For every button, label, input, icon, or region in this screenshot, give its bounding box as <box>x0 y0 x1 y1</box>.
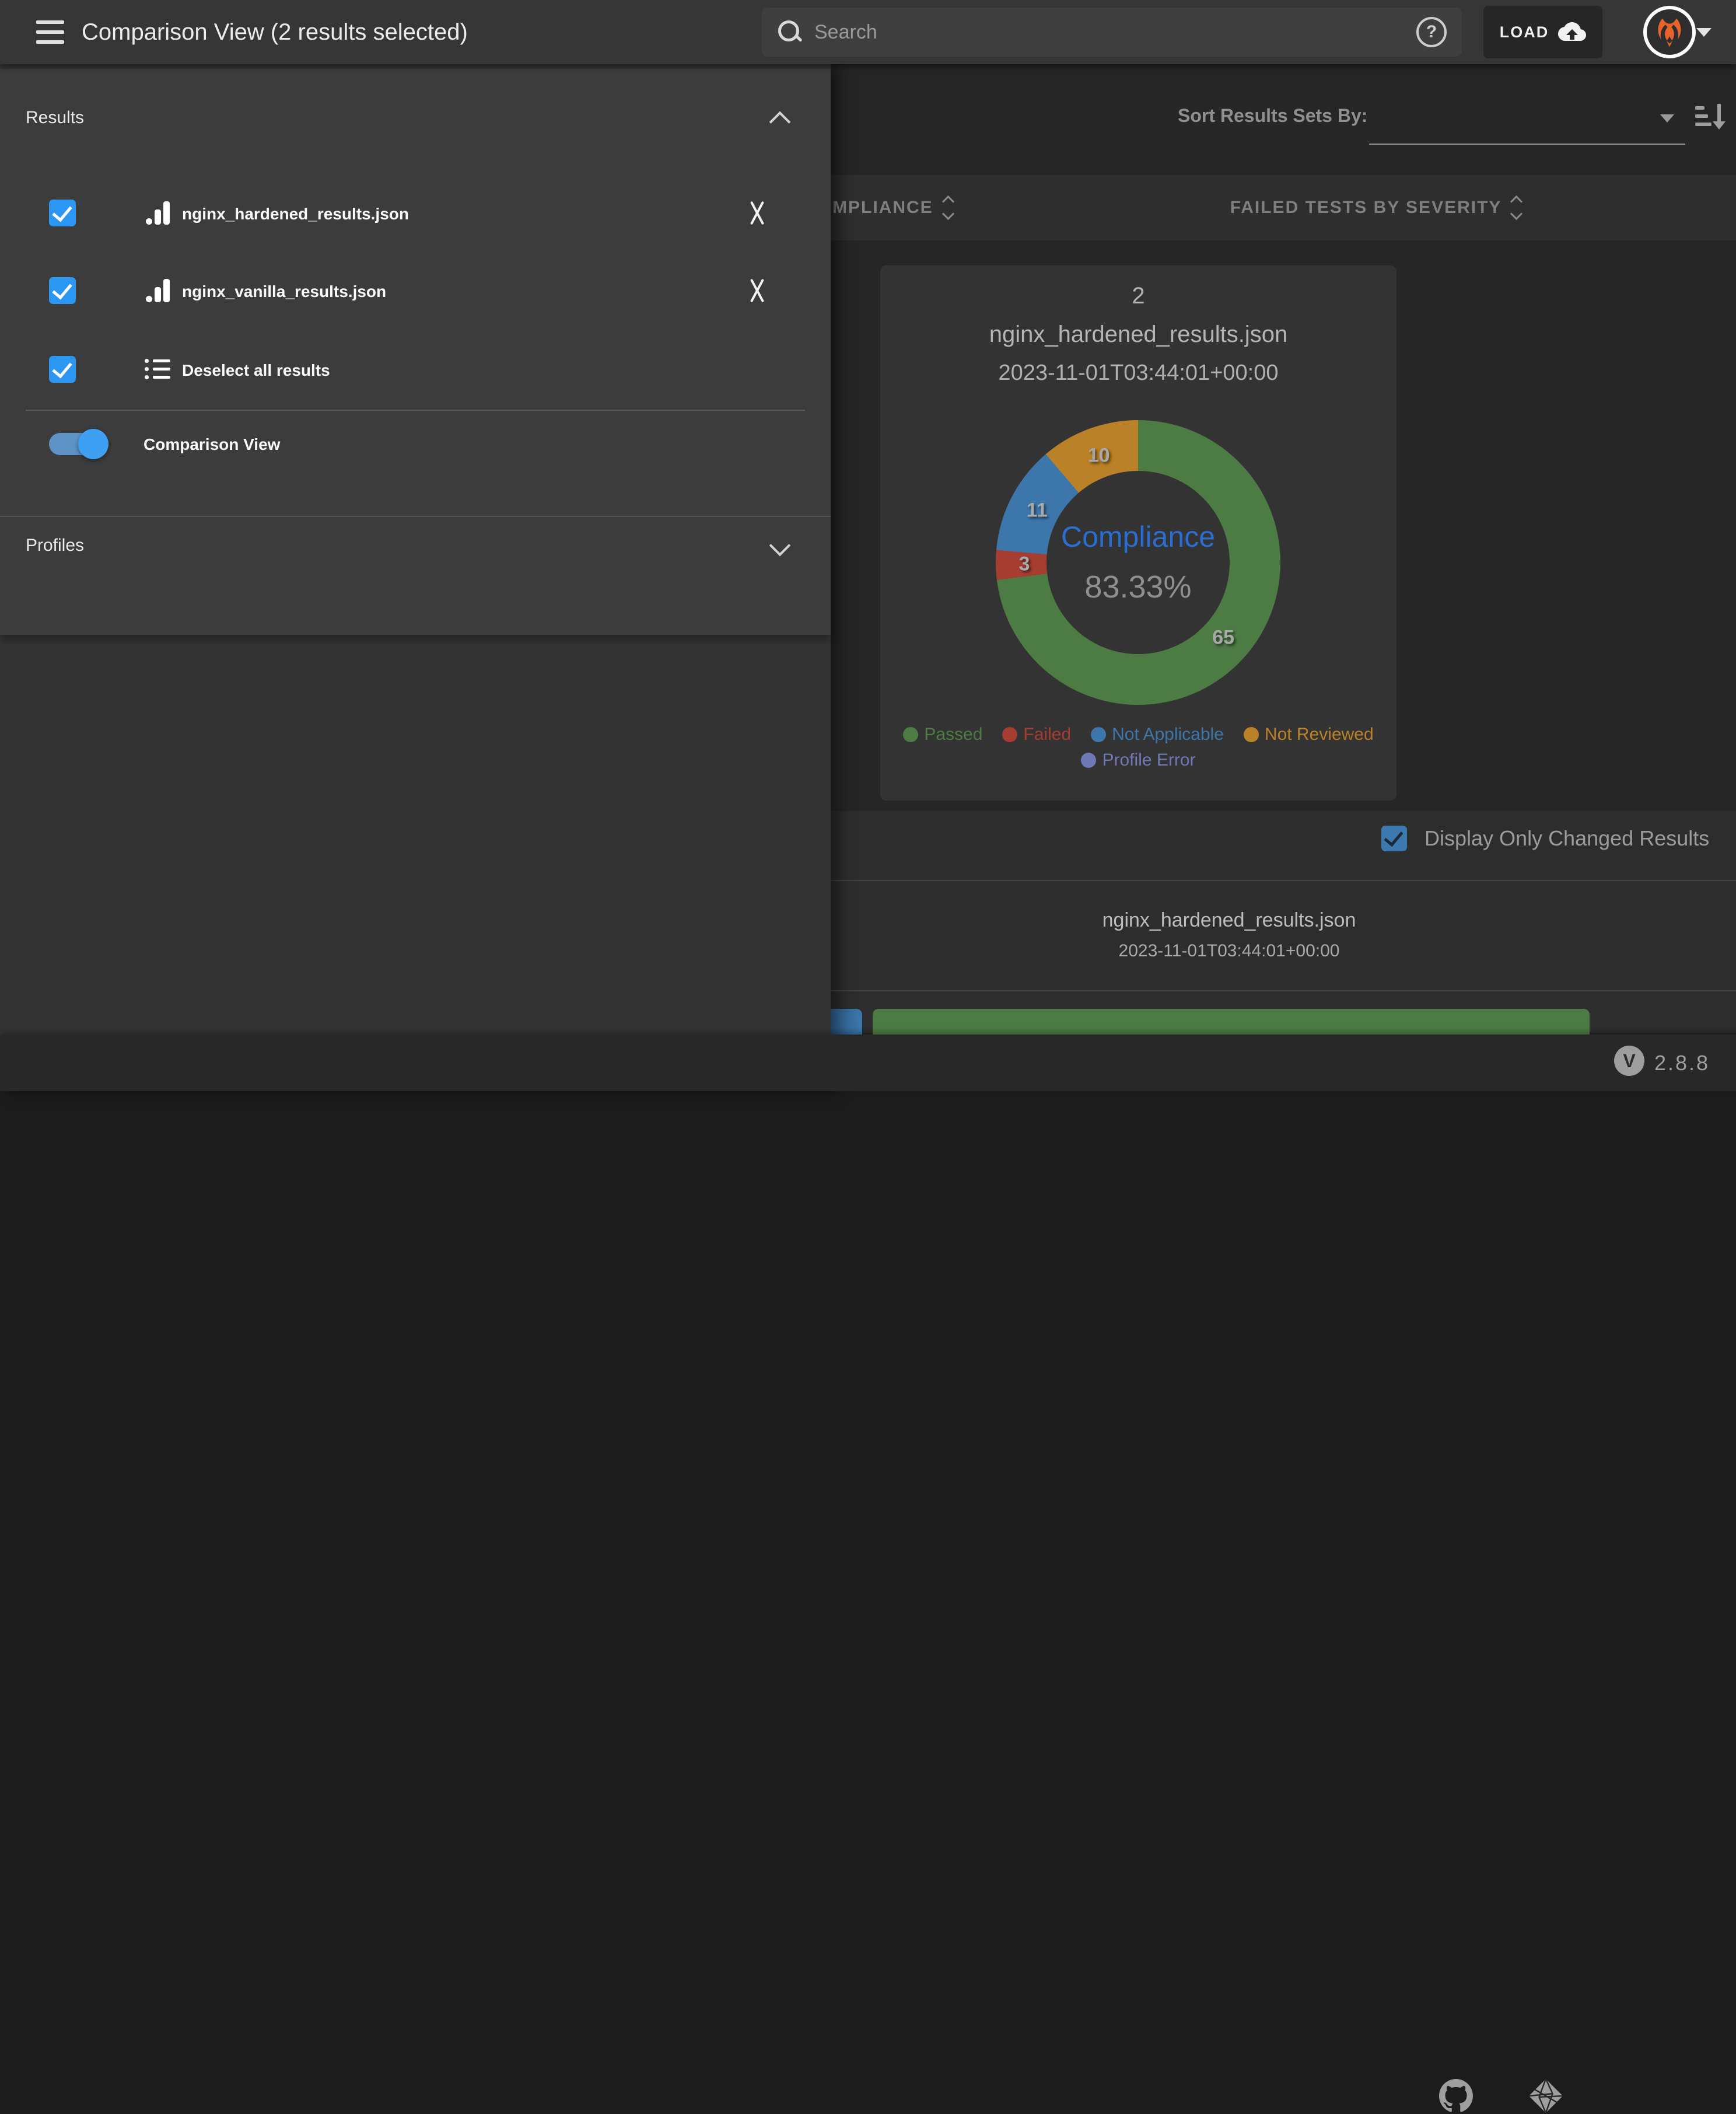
toggle-thumb <box>78 429 108 459</box>
help-icon[interactable]: ? <box>1416 17 1447 47</box>
search-icon <box>777 19 803 45</box>
failed-tests-header-label: FAILED TESTS BY SEVERITY <box>1230 198 1502 218</box>
sort-results-label: Sort Results Sets By: <box>1178 105 1367 127</box>
load-button[interactable]: LOAD <box>1483 6 1602 58</box>
bottom-result-heading: nginx_hardened_results.json 2023-11-01T0… <box>831 909 1628 961</box>
expand-profiles-chevron-down-icon[interactable] <box>769 535 791 557</box>
legend-item-failed[interactable]: Failed <box>1002 725 1071 745</box>
avatar-ring <box>1647 9 1692 55</box>
bottom-result-timestamp: 2023-11-01T03:44:01+00:00 <box>831 941 1628 961</box>
github-icon[interactable] <box>1439 2079 1473 2113</box>
search-input[interactable] <box>813 20 1416 44</box>
page-title: Comparison View (2 results selected) <box>82 0 468 64</box>
netlify-icon[interactable] <box>1528 2078 1564 2114</box>
sort-chevrons-icon <box>944 197 953 218</box>
profile-error-dot-icon <box>1081 753 1096 768</box>
result-row-vanilla[interactable]: nginx_vanilla_results.json <box>0 261 831 320</box>
divider <box>0 516 831 517</box>
version-number: 2.8.8 <box>1654 1035 1710 1091</box>
legend-item-not-reviewed[interactable]: Not Reviewed <box>1244 725 1374 745</box>
display-only-label: Display Only Changed Results <box>1424 826 1709 851</box>
chart-legend: Passed Failed Not Applicable Not Reviewe… <box>880 725 1396 770</box>
segment-value-label: 11 <box>1027 499 1048 522</box>
compliance-donut-chart[interactable]: Compliance 83.33% 65 3 11 10 <box>996 420 1280 705</box>
comparison-view-toggle-label: Comparison View <box>144 435 280 454</box>
result-timestamp: 2023-11-01T03:44:01+00:00 <box>880 361 1396 386</box>
sort-select[interactable] <box>1369 144 1685 145</box>
legend-item-profile-error[interactable]: Profile Error <box>1081 750 1195 770</box>
profiles-section-header[interactable]: Profiles <box>26 536 84 555</box>
version-icon[interactable]: V <box>1614 1046 1644 1076</box>
navigation-drawer: Results nginx_hardened_results.json ngin… <box>0 64 831 1091</box>
top-app-bar: Comparison View (2 results selected) ? L… <box>0 0 1736 64</box>
legend-label: Not Reviewed <box>1265 725 1374 745</box>
result-filename: nginx_hardened_results.json <box>880 322 1396 348</box>
segment-value-label: 65 <box>1212 627 1234 649</box>
sort-select-caret-icon[interactable] <box>1660 114 1674 123</box>
result-set-card: 2 nginx_hardened_results.json 2023-11-01… <box>880 265 1396 801</box>
donut-center-label: Compliance <box>1061 520 1215 554</box>
avatar[interactable] <box>1643 6 1696 58</box>
heimdall-helmet-logo-icon <box>1654 16 1685 48</box>
sort-chevrons-icon <box>1512 197 1521 218</box>
remove-result-close-icon[interactable] <box>744 200 771 226</box>
remove-result-close-icon[interactable] <box>744 277 771 304</box>
deselect-all-row[interactable]: Deselect all results <box>0 340 831 399</box>
search-bar[interactable]: ? <box>762 8 1462 57</box>
legend-item-not-applicable[interactable]: Not Applicable <box>1091 725 1224 745</box>
drawer-panels: Results nginx_hardened_results.json ngin… <box>0 69 831 635</box>
footer-bar <box>0 1035 1736 1091</box>
bar-chart-icon <box>145 278 170 303</box>
display-only-checkbox[interactable] <box>1381 826 1407 851</box>
segment-value-label: 3 <box>1019 553 1030 576</box>
legend-label: Profile Error <box>1102 750 1195 770</box>
segment-value-label: 10 <box>1088 445 1110 467</box>
cloud-upload-icon <box>1558 21 1586 43</box>
result-checkbox[interactable] <box>49 277 76 304</box>
result-row-hardened[interactable]: nginx_hardened_results.json <box>0 184 831 242</box>
sort-direction-icon[interactable] <box>1693 100 1726 133</box>
load-button-label: LOAD <box>1500 23 1549 41</box>
bar-chart-icon <box>145 200 170 226</box>
deselect-all-label: Deselect all results <box>182 361 330 380</box>
avatar-menu-caret-icon[interactable] <box>1696 28 1712 37</box>
divider <box>26 410 805 411</box>
results-section-header[interactable]: Results <box>26 108 84 128</box>
status-bar-passed <box>873 1009 1590 1036</box>
donut-center: Compliance 83.33% <box>1046 471 1230 654</box>
legend-item-passed[interactable]: Passed <box>903 725 982 745</box>
passed-dot-icon <box>903 727 918 742</box>
result-count: 2 <box>880 283 1396 309</box>
donut-center-value: 83.33% <box>1084 569 1191 605</box>
result-checkbox[interactable] <box>49 200 76 226</box>
not-reviewed-dot-icon <box>1244 727 1259 742</box>
menu-hamburger-icon[interactable] <box>36 20 64 44</box>
list-icon <box>145 359 170 380</box>
display-only-changed-results: Display Only Changed Results <box>1381 826 1709 851</box>
legend-label: Not Applicable <box>1112 725 1224 745</box>
legend-label: Passed <box>924 725 982 745</box>
deselect-all-checkbox[interactable] <box>49 356 76 383</box>
bottom-result-filename: nginx_hardened_results.json <box>831 909 1628 932</box>
collapse-results-chevron-up-icon[interactable] <box>769 111 791 133</box>
legend-label: Failed <box>1023 725 1071 745</box>
not-applicable-dot-icon <box>1091 727 1106 742</box>
result-file-label: nginx_vanilla_results.json <box>182 282 386 301</box>
comparison-view-toggle[interactable] <box>49 433 105 455</box>
column-header-failed-tests[interactable]: FAILED TESTS BY SEVERITY <box>1200 175 1550 240</box>
result-file-label: nginx_hardened_results.json <box>182 205 409 223</box>
failed-dot-icon <box>1002 727 1017 742</box>
